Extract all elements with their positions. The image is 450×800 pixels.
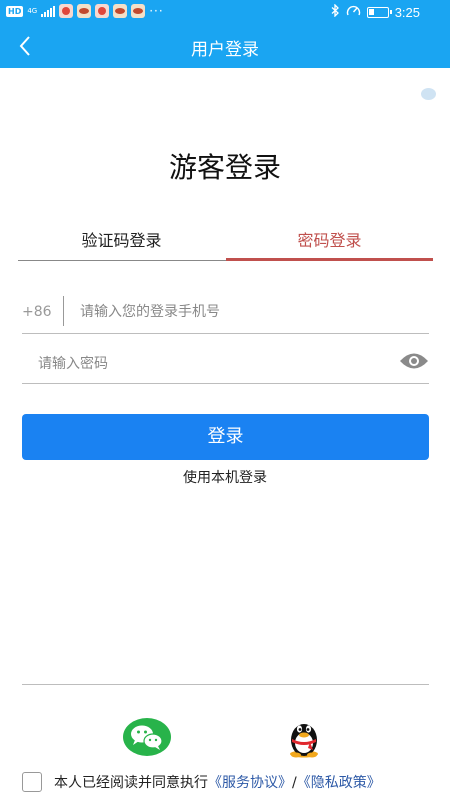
network-type: 4G	[27, 6, 38, 15]
notification-app-icon	[59, 4, 74, 18]
more-notifications-icon: ···	[149, 4, 164, 18]
agreement-checkbox[interactable]	[22, 772, 42, 792]
tab-divider	[18, 260, 226, 261]
service-agreement-link[interactable]: 《服务协议》	[208, 775, 292, 791]
agreement-label: 本人已经阅读并同意执行	[54, 775, 208, 791]
tab-sms-code-login[interactable]: 验证码登录	[18, 222, 225, 260]
page-title: 用户登录	[191, 40, 259, 60]
battery-icon	[366, 6, 392, 18]
status-right: 3:25	[331, 3, 420, 20]
active-tab-indicator	[226, 258, 433, 261]
wechat-login-button[interactable]	[122, 717, 172, 757]
phone-input[interactable]	[80, 298, 420, 326]
login-heading: 游客登录	[168, 151, 281, 184]
login-button[interactable]: 登录	[22, 414, 429, 460]
notification-app-icon	[113, 4, 128, 18]
wechat-icon	[123, 718, 171, 756]
qq-login-button[interactable]	[282, 716, 326, 760]
notification-app-icon	[77, 4, 92, 18]
privacy-policy-link[interactable]: 《隐私政策》	[297, 775, 381, 791]
password-input[interactable]	[38, 350, 378, 378]
clock: 3:25	[394, 4, 420, 20]
notification-app-icon	[131, 4, 146, 18]
local-login-link[interactable]: 使用本机登录	[0, 467, 450, 487]
signal-icon	[41, 5, 56, 17]
password-field-row	[22, 346, 429, 384]
country-code[interactable]: +86	[22, 304, 52, 320]
title-bar: 用户登录	[0, 24, 450, 68]
status-bar: HD 4G ··· 3:25	[0, 0, 450, 24]
status-left: HD 4G ···	[6, 4, 164, 18]
qq-icon	[290, 724, 318, 758]
country-code-divider	[63, 296, 64, 326]
agreement-text: 本人已经阅读并同意执行《服务协议》/《隐私政策》	[54, 772, 381, 792]
hd-badge: HD	[6, 5, 24, 17]
phone-field-row: +86	[22, 296, 429, 334]
speedometer-icon	[346, 4, 361, 20]
tab-password-login[interactable]: 密码登录	[226, 222, 433, 260]
bluetooth-icon	[331, 3, 340, 20]
notification-app-icon	[95, 4, 110, 18]
login-tabs: 验证码登录 密码登录	[18, 222, 433, 262]
show-password-eye-icon[interactable]	[399, 352, 429, 370]
social-divider	[22, 684, 429, 685]
floating-dot[interactable]	[421, 88, 436, 100]
